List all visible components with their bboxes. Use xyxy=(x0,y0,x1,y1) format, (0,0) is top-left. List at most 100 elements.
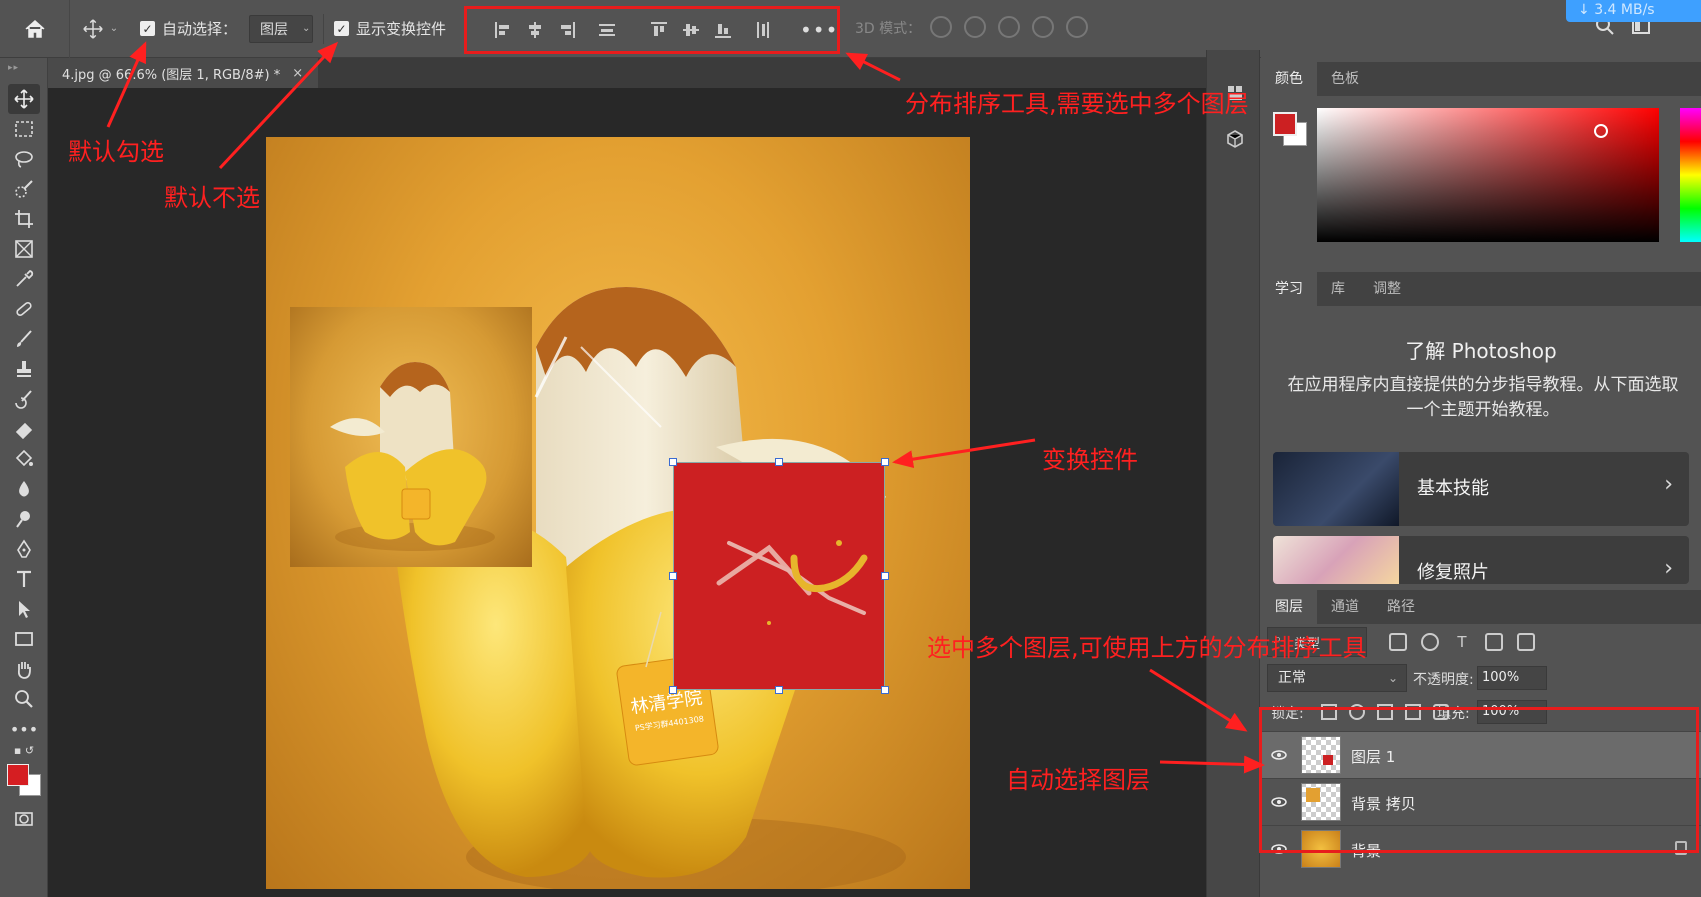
chevron-right-icon: › xyxy=(1664,556,1673,581)
align-left-button[interactable] xyxy=(487,14,519,46)
align-bottom-button[interactable] xyxy=(707,14,739,46)
transform-handle-nw[interactable] xyxy=(669,458,677,466)
eyedropper-tool[interactable] xyxy=(8,264,40,294)
brush-icon xyxy=(17,330,32,347)
learn-card-basic-skills[interactable]: 基本技能 › xyxy=(1273,452,1689,526)
auto-select-target-value: 图层 xyxy=(260,21,289,38)
crop-tool[interactable] xyxy=(8,204,40,234)
zoom-icon xyxy=(15,690,33,708)
transform-handle-w[interactable] xyxy=(669,572,677,580)
annotation-default-unchecked: 默认不选 xyxy=(164,184,260,212)
align-top-button[interactable] xyxy=(643,14,675,46)
tab-paths[interactable]: 路径 xyxy=(1373,590,1429,624)
eraser-tool[interactable] xyxy=(8,414,40,444)
marquee-tool[interactable] xyxy=(8,114,40,144)
arrow-cursor-icon xyxy=(19,601,30,618)
quick-select-tool[interactable] xyxy=(8,174,40,204)
shape-filter-icon[interactable] xyxy=(1485,633,1503,651)
checkmark-icon: ✓ xyxy=(140,21,155,36)
distribute-horizontal-icon xyxy=(757,22,769,38)
transform-handle-s[interactable] xyxy=(775,686,783,694)
transform-handle-e[interactable] xyxy=(881,572,889,580)
document-tab[interactable]: 4.jpg @ 66.6% (图层 1, RGB/8#) * × xyxy=(48,58,318,88)
more-dots-icon: ••• xyxy=(9,719,39,739)
eyedropper-icon xyxy=(16,269,34,287)
distribute-vertical-button[interactable] xyxy=(591,14,623,46)
brush-stroke-drawing xyxy=(716,540,868,625)
tab-color[interactable]: 颜色 xyxy=(1261,62,1317,96)
tab-layers[interactable]: 图层 xyxy=(1261,590,1317,624)
tab-adjustments[interactable]: 调整 xyxy=(1359,272,1415,306)
rectangle-tool[interactable] xyxy=(8,624,40,654)
align-vcenter-button[interactable] xyxy=(675,14,707,46)
transform-handle-n[interactable] xyxy=(775,458,783,466)
panel-grip[interactable]: ▸▸ xyxy=(8,63,19,73)
type-filter-icon[interactable]: T xyxy=(1453,633,1471,651)
tab-channels[interactable]: 通道 xyxy=(1317,590,1373,624)
move-tool-preset[interactable]: ⌄ xyxy=(70,18,130,40)
blend-mode-dropdown[interactable]: 正常 ⌄ xyxy=(1267,664,1407,692)
download-speed-badge: ↓ 3.4 MB/s xyxy=(1566,0,1701,22)
image-filter-icon[interactable] xyxy=(1389,633,1407,651)
frame-tool[interactable] xyxy=(8,234,40,264)
move-tool[interactable] xyxy=(8,84,40,114)
foreground-color-swatch[interactable] xyxy=(7,764,29,786)
panel-foreground-swatch[interactable] xyxy=(1273,112,1297,136)
transform-handle-ne[interactable] xyxy=(881,458,889,466)
pen-tool[interactable] xyxy=(8,534,40,564)
color-picker-cursor[interactable] xyxy=(1594,124,1608,138)
tab-libraries[interactable]: 库 xyxy=(1317,272,1359,306)
align-bottom-icon xyxy=(715,24,731,38)
banana-copy-layer[interactable] xyxy=(290,307,532,567)
quick-mask-icon xyxy=(15,812,33,826)
dock-3d-button[interactable] xyxy=(1221,126,1249,152)
orbit-3d-icon[interactable] xyxy=(930,16,952,38)
tab-swatches[interactable]: 色板 xyxy=(1317,62,1373,96)
zoom-tool[interactable] xyxy=(8,684,40,714)
scale-3d-icon[interactable] xyxy=(1066,16,1088,38)
annotation-distribute-tools: 分布排序工具,需要选中多个图层 xyxy=(905,90,1249,118)
more-options-button[interactable]: ••• xyxy=(800,18,838,42)
hand-tool[interactable] xyxy=(8,654,40,684)
lasso-icon xyxy=(15,151,33,168)
align-hcenter-button[interactable] xyxy=(519,14,551,46)
roll-3d-icon[interactable] xyxy=(964,16,986,38)
bandage-icon xyxy=(16,301,32,317)
stamp-icon xyxy=(17,361,31,377)
smart-object-filter-icon[interactable] xyxy=(1517,633,1535,651)
adjustment-filter-icon[interactable] xyxy=(1421,633,1439,651)
distribute-horizontal-button[interactable] xyxy=(747,14,779,46)
color-panel-tabs: 颜色 色板 xyxy=(1261,62,1701,96)
hue-slider[interactable] xyxy=(1680,108,1701,242)
healing-brush-tool[interactable] xyxy=(8,294,40,324)
show-transform-checkbox[interactable]: ✓ 显示变换控件 xyxy=(334,18,446,39)
slide-3d-icon[interactable] xyxy=(1032,16,1054,38)
close-icon[interactable]: × xyxy=(292,66,303,81)
history-brush-tool[interactable] xyxy=(8,384,40,414)
paint-bucket-tool[interactable] xyxy=(8,444,40,474)
opacity-field[interactable]: 100% xyxy=(1477,666,1547,690)
dodge-tool[interactable] xyxy=(8,504,40,534)
blur-tool[interactable] xyxy=(8,474,40,504)
learn-card-fix-photos[interactable]: 修复照片 › xyxy=(1273,536,1689,584)
quick-mask-button[interactable] xyxy=(8,804,40,834)
pan-3d-icon[interactable] xyxy=(998,16,1020,38)
learn-card-thumbnail xyxy=(1273,536,1399,584)
brush-tool[interactable] xyxy=(8,324,40,354)
clone-stamp-tool[interactable] xyxy=(8,354,40,384)
auto-select-checkbox[interactable]: ✓ 自动选择： xyxy=(140,18,237,39)
layer-1-red-square[interactable] xyxy=(673,462,885,690)
history-brush-icon xyxy=(15,390,32,409)
type-tool[interactable] xyxy=(8,564,40,594)
lasso-tool[interactable] xyxy=(8,144,40,174)
annotation-default-checked: 默认勾选 xyxy=(68,138,164,166)
transform-handle-se[interactable] xyxy=(881,686,889,694)
align-vcenter-icon xyxy=(683,24,699,36)
default-colors-button[interactable]: ▪ ↺ xyxy=(8,740,40,760)
path-select-tool[interactable] xyxy=(8,594,40,624)
auto-select-target-dropdown[interactable]: 图层 ⌄ xyxy=(249,14,314,43)
align-right-button[interactable] xyxy=(551,14,583,46)
home-button[interactable] xyxy=(0,0,70,58)
transform-handle-sw[interactable] xyxy=(669,686,677,694)
tab-learn[interactable]: 学习 xyxy=(1261,272,1317,306)
